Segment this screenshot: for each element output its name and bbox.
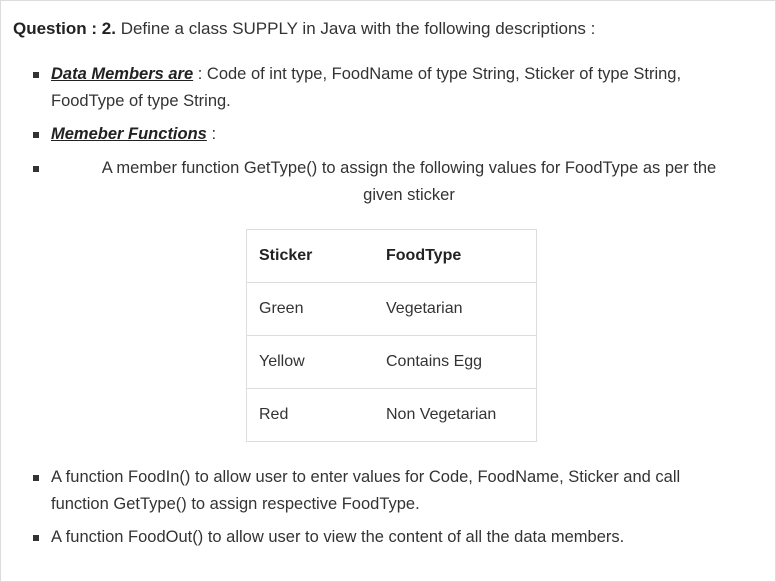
- description-list: Data Members are : Code of int type, Foo…: [1, 1, 775, 581]
- bullet-marker: [33, 166, 39, 172]
- bullet-marker: [33, 72, 39, 78]
- list-item-gettype-cont: given sticker: [363, 186, 455, 204]
- bullet-marker: [33, 535, 39, 541]
- list-item-foodin-cont: function GetType() to assign respective …: [51, 495, 420, 513]
- table-row: Yellow Contains Egg: [246, 335, 537, 389]
- table-row: Green Vegetarian: [246, 282, 537, 336]
- list-item-data-members-cont: FoodType of type String.: [51, 92, 231, 110]
- list-item-data-members: Data Members are : Code of int type, Foo…: [51, 61, 681, 88]
- cell-sticker: Yellow: [246, 335, 374, 389]
- cell-sticker: Green: [246, 282, 374, 336]
- sticker-foodtype-table: Sticker FoodType Green Vegetarian Yellow…: [246, 229, 537, 442]
- table-row: Red Non Vegetarian: [246, 388, 537, 442]
- list-item-foodout: A function FoodOut() to allow user to vi…: [51, 528, 625, 546]
- content-frame: Question : 2. Define a class SUPPLY in J…: [0, 0, 776, 582]
- cell-foodtype: Vegetarian: [374, 282, 537, 336]
- list-item-gettype: A member function GetType() to assign th…: [101, 159, 717, 177]
- cell-foodtype: Contains Egg: [374, 335, 537, 389]
- data-members-text: : Code of int type, FoodName of type Str…: [193, 65, 682, 83]
- list-item-foodin: A function FoodIn() to allow user to ent…: [51, 468, 681, 486]
- header-foodtype: FoodType: [374, 229, 537, 283]
- data-members-heading: Data Members are: [51, 65, 194, 83]
- member-functions-heading: Memeber Functions: [51, 125, 207, 143]
- list-item-member-functions: Memeber Functions :: [51, 121, 216, 148]
- table-header-row: Sticker FoodType: [246, 229, 537, 283]
- bullet-marker: [33, 475, 39, 481]
- member-functions-colon: :: [206, 125, 217, 143]
- header-sticker: Sticker: [246, 229, 374, 283]
- cell-sticker: Red: [246, 388, 374, 442]
- bullet-marker: [33, 132, 39, 138]
- cell-foodtype: Non Vegetarian: [374, 388, 537, 442]
